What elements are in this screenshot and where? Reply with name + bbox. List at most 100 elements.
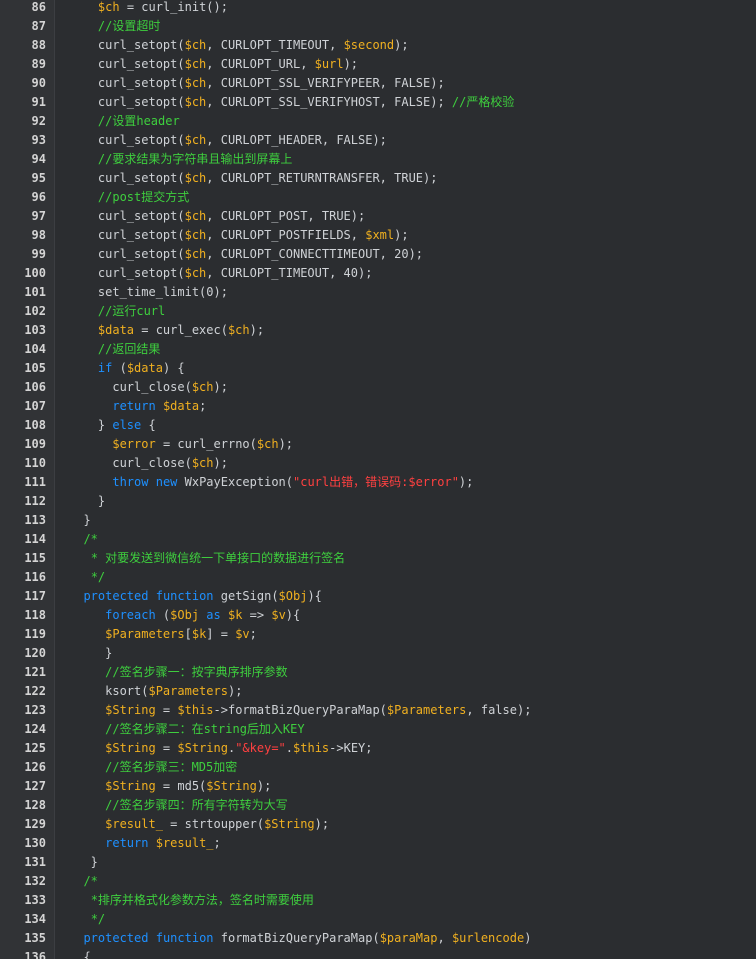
code-line[interactable]: 105 if ($data) { (0, 359, 756, 378)
code-token: return (105, 836, 149, 850)
code-token: $ch (184, 38, 207, 52)
code-line[interactable]: 100 curl_setopt($ch, CURLOPT_TIMEOUT, 40… (0, 264, 756, 283)
code-line[interactable]: 86 $ch = curl_init(); (0, 0, 756, 17)
code-line[interactable]: 104 //返回结果 (0, 340, 756, 359)
code-text: //签名步骤二：在string后加入KEY (69, 720, 304, 739)
code-line[interactable]: 110 curl_close($ch); (0, 454, 756, 473)
code-line[interactable]: 122 ksort($Parameters); (0, 682, 756, 701)
code-token: $v (235, 627, 250, 641)
code-line[interactable]: 95 curl_setopt($ch, CURLOPT_RETURNTRANSF… (0, 169, 756, 188)
code-line[interactable]: 101 set_time_limit(0); (0, 283, 756, 302)
code-line[interactable]: 117 protected function getSign($Obj){ (0, 587, 756, 606)
code-line[interactable]: 121 //签名步骤一：按字典序排序参数 (0, 663, 756, 682)
code-line[interactable]: 128 //签名步骤四：所有字符转为大写 (0, 796, 756, 815)
code-line[interactable]: 97 curl_setopt($ch, CURLOPT_POST, TRUE); (0, 207, 756, 226)
code-line[interactable]: 113 } (0, 511, 756, 530)
code-text: //设置header (69, 112, 180, 131)
code-token: ) (524, 931, 532, 945)
code-text: curl_close($ch); (69, 454, 228, 473)
code-text: //设置超时 (69, 17, 160, 36)
code-text: curl_setopt($ch, CURLOPT_POST, TRUE); (69, 207, 365, 226)
code-line[interactable]: 133 *排序并格式化参数方法，签名时需要使用 (0, 891, 756, 910)
code-line[interactable]: 88 curl_setopt($ch, CURLOPT_TIMEOUT, $se… (0, 36, 756, 55)
code-line[interactable]: 115 * 对要发送到微信统一下单接口的数据进行签名 (0, 549, 756, 568)
code-line[interactable]: 91 curl_setopt($ch, CURLOPT_SSL_VERIFYHO… (0, 93, 756, 112)
code-line[interactable]: 116 */ (0, 568, 756, 587)
code-line[interactable]: 120 } (0, 644, 756, 663)
code-line[interactable]: 94 //要求结果为字符串且输出到屏幕上 (0, 150, 756, 169)
code-token: curl_setopt( (69, 57, 185, 71)
code-token: //设置超时 (97, 19, 161, 33)
code-line[interactable]: 109 $error = curl_errno($ch); (0, 435, 756, 454)
line-number: 134 (24, 912, 46, 926)
code-line[interactable]: 111 throw new WxPayException("curl出错，错误码… (0, 473, 756, 492)
line-number: 90 (31, 76, 46, 90)
code-token: //签名步骤三：MD5加密 (105, 760, 238, 774)
code-line[interactable]: 90 curl_setopt($ch, CURLOPT_SSL_VERIFYPE… (0, 74, 756, 93)
code-line[interactable]: 106 curl_close($ch); (0, 378, 756, 397)
code-token: $data (162, 399, 200, 413)
code-token: $ch (184, 209, 207, 223)
code-text: } (69, 853, 98, 872)
code-text: $String = $String."&key=".$this->KEY; (69, 739, 372, 758)
code-line[interactable]: 99 curl_setopt($ch, CURLOPT_CONNECTTIMEO… (0, 245, 756, 264)
code-line[interactable]: 93 curl_setopt($ch, CURLOPT_HEADER, FALS… (0, 131, 756, 150)
code-token: , CURLOPT_HEADER, FALSE); (206, 133, 387, 147)
code-line[interactable]: 119 $Parameters[$k] = $v; (0, 625, 756, 644)
code-line[interactable]: 135 protected function formatBizQueryPar… (0, 929, 756, 948)
code-line[interactable]: 123 $String = $this->formatBizQueryParaM… (0, 701, 756, 720)
code-token: ); (314, 817, 330, 831)
code-line[interactable]: 124 //签名步骤二：在string后加入KEY (0, 720, 756, 739)
code-line[interactable]: 103 $data = curl_exec($ch); (0, 321, 756, 340)
code-line[interactable]: 126 //签名步骤三：MD5加密 (0, 758, 756, 777)
code-text: { (69, 948, 90, 959)
code-token: } (69, 646, 113, 660)
code-line[interactable]: 132 /* (0, 872, 756, 891)
code-line[interactable]: 89 curl_setopt($ch, CURLOPT_URL, $url); (0, 55, 756, 74)
code-token: [ (184, 627, 192, 641)
code-line[interactable]: 127 $String = md5($String); (0, 777, 756, 796)
code-token: curl_setopt( (69, 133, 185, 147)
code-token: = curl_errno( (155, 437, 257, 451)
code-text: curl_setopt($ch, CURLOPT_SSL_VERIFYHOST,… (69, 93, 514, 112)
line-number: 94 (31, 152, 46, 166)
code-line[interactable]: 98 curl_setopt($ch, CURLOPT_POSTFIELDS, … (0, 226, 756, 245)
code-line[interactable]: 108 } else { (0, 416, 756, 435)
code-line[interactable]: 131 } (0, 853, 756, 872)
line-number: 95 (31, 171, 46, 185)
code-token: = (155, 703, 178, 717)
code-token: ->formatBizQueryParaMap( (213, 703, 387, 717)
code-line[interactable]: 112 } (0, 492, 756, 511)
code-line[interactable]: 96 //post提交方式 (0, 188, 756, 207)
code-text: //返回结果 (69, 340, 160, 359)
code-line[interactable]: 92 //设置header (0, 112, 756, 131)
code-line[interactable]: 134 */ (0, 910, 756, 929)
line-number: 115 (24, 551, 46, 565)
code-line[interactable]: 87 //设置超时 (0, 17, 756, 36)
code-line[interactable]: 130 return $result_; (0, 834, 756, 853)
code-text: } (69, 511, 90, 530)
code-token: $String (177, 741, 228, 755)
line-number: 111 (24, 475, 46, 489)
code-token: * 对要发送到微信统一下单接口的数据进行签名 (90, 551, 346, 565)
code-line[interactable]: 118 foreach ($Obj as $k => $v){ (0, 606, 756, 625)
code-editor[interactable]: 86 $ch = curl_init(); 87 //设置超时 88 curl_se… (0, 0, 756, 959)
code-line[interactable]: 102 //运行curl (0, 302, 756, 321)
line-number: 99 (31, 247, 46, 261)
code-line[interactable]: 129 $result_ = strtoupper($String); (0, 815, 756, 834)
code-token: curl_setopt( (69, 247, 185, 261)
code-token: ( (155, 608, 171, 622)
code-line[interactable]: 107 return $data; (0, 397, 756, 416)
code-line[interactable]: 136 { (0, 948, 756, 959)
code-line[interactable]: 125 $String = $String."&key=".$this->KEY… (0, 739, 756, 758)
code-line[interactable]: 114 /* (0, 530, 756, 549)
code-area[interactable]: 86 $ch = curl_init(); 87 //设置超时 88 curl_se… (0, 0, 756, 959)
code-token: $String (264, 817, 315, 831)
code-token: , CURLOPT_URL, (206, 57, 315, 71)
